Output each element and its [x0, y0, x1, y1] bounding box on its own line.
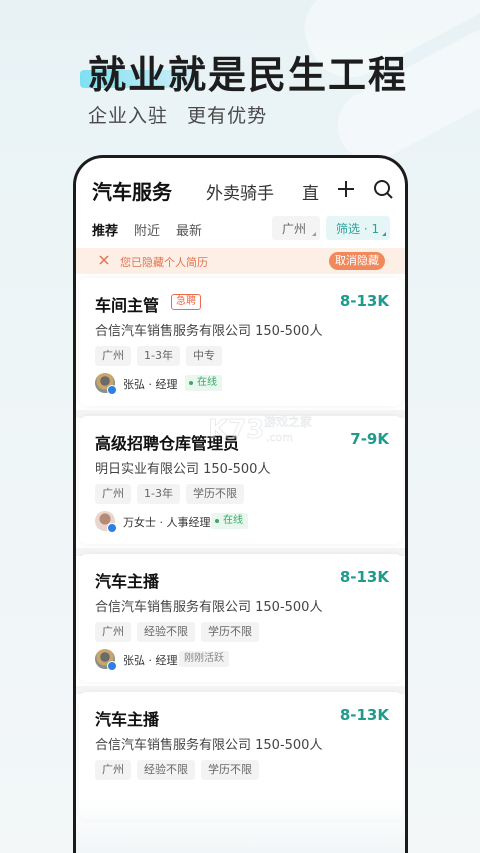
company-info: 合信汽车销售服务有限公司 150-500人: [95, 738, 323, 753]
subline-a: 企业入驻: [88, 105, 169, 127]
company-info: 合信汽车销售服务有限公司 150-500人: [95, 324, 323, 339]
bottom-fade: [76, 798, 405, 853]
verified-icon: [107, 661, 117, 671]
filter-select-label: 筛选 · 1: [336, 222, 380, 236]
filter-recommend[interactable]: 推荐: [92, 220, 118, 239]
verified-icon: [107, 523, 117, 533]
watermark-logo: K73 游戏之家 .com: [208, 414, 312, 446]
tab-car-service[interactable]: 汽车服务: [92, 176, 172, 205]
job-card[interactable]: 汽车主播 8-13K 合信汽车销售服务有限公司 150-500人 广州 经验不限学…: [79, 554, 403, 682]
banner-subline: 企业入驻 更有优势: [88, 101, 279, 128]
watermark-brand: K73: [208, 415, 264, 445]
hidden-resume-notice: 您已隐藏个人简历 取消隐藏: [76, 248, 405, 274]
tag: 经验不限: [137, 760, 195, 780]
dropdown-corner-icon: [312, 232, 316, 236]
watermark-line2: .com: [266, 431, 293, 444]
plus-icon[interactable]: [335, 178, 357, 200]
job-salary: 7-9K: [350, 430, 389, 448]
city-select[interactable]: 广州: [272, 216, 320, 240]
job-tags: 广州 1-3年 中专: [95, 344, 228, 366]
search-icon[interactable]: [372, 178, 394, 200]
phone-frame: 汽车服务 外卖骑手 直 推荐 附近 最新 广州 筛选 · 1 您已隐藏个人简历 …: [73, 155, 408, 853]
notice-text: 您已隐藏个人简历: [120, 256, 208, 269]
banner-headline: 就业就是民生工程: [88, 53, 409, 97]
tag: 1-3年: [137, 484, 180, 504]
close-icon[interactable]: [98, 254, 110, 266]
tag: 广州: [95, 484, 131, 504]
job-title: 汽车主播: [95, 572, 160, 591]
tag: 学历不限: [201, 622, 259, 642]
company-info: 明日实业有限公司 150-500人: [95, 462, 271, 477]
job-tags: 广州 经验不限 学历不限: [95, 620, 265, 642]
tag: 广州: [95, 622, 131, 642]
job-tags: 广州 1-3年 学历不限: [95, 482, 250, 504]
job-card[interactable]: 车间主管 急聘 8-13K 合信汽车销售服务有限公司 150-500人 广州 1-…: [79, 278, 403, 406]
city-select-label: 广州: [282, 222, 307, 236]
tag: 经验不限: [137, 622, 195, 642]
job-salary: 8-13K: [339, 568, 389, 586]
company-info: 合信汽车销售服务有限公司 150-500人: [95, 600, 323, 615]
recruiter-name: 万女士 · 人事经理: [123, 516, 211, 529]
tag: 广州: [95, 760, 131, 780]
tab-third[interactable]: 直: [302, 179, 320, 204]
tag: 学历不限: [201, 760, 259, 780]
job-title: 车间主管: [95, 296, 160, 315]
job-tags: 广州 经验不限 学历不限: [95, 758, 265, 780]
watermark-line1: 游戏之家: [264, 414, 312, 429]
tag: 中专: [185, 346, 222, 366]
filter-select[interactable]: 筛选 · 1: [326, 216, 390, 240]
category-tabs: 汽车服务 外卖骑手 直: [92, 176, 397, 206]
verified-icon: [107, 385, 117, 395]
filter-latest[interactable]: 最新: [176, 220, 202, 239]
urgent-badge: 急聘: [171, 294, 201, 310]
tab-delivery-rider[interactable]: 外卖骑手: [206, 179, 274, 204]
tag: 学历不限: [185, 484, 244, 504]
activity-status: 刚刚活跃: [179, 651, 229, 667]
online-status: 在线: [185, 375, 222, 391]
job-salary: 8-13K: [339, 706, 389, 724]
subline-b: 更有优势: [187, 105, 268, 127]
recruiter-name: 张弘 · 经理: [123, 654, 178, 667]
filter-nearby[interactable]: 附近: [134, 220, 160, 239]
recruiter-name: 张弘 · 经理: [123, 378, 178, 391]
unhide-button[interactable]: 取消隐藏: [329, 252, 385, 270]
filter-bar: 推荐 附近 最新 广州 筛选 · 1: [92, 216, 397, 242]
tag: 1-3年: [137, 346, 180, 366]
dropdown-corner-icon: [382, 232, 386, 236]
online-status: 在线: [211, 513, 248, 529]
tag: 广州: [95, 346, 131, 366]
job-title: 汽车主播: [95, 710, 160, 729]
job-salary: 8-13K: [339, 292, 389, 310]
